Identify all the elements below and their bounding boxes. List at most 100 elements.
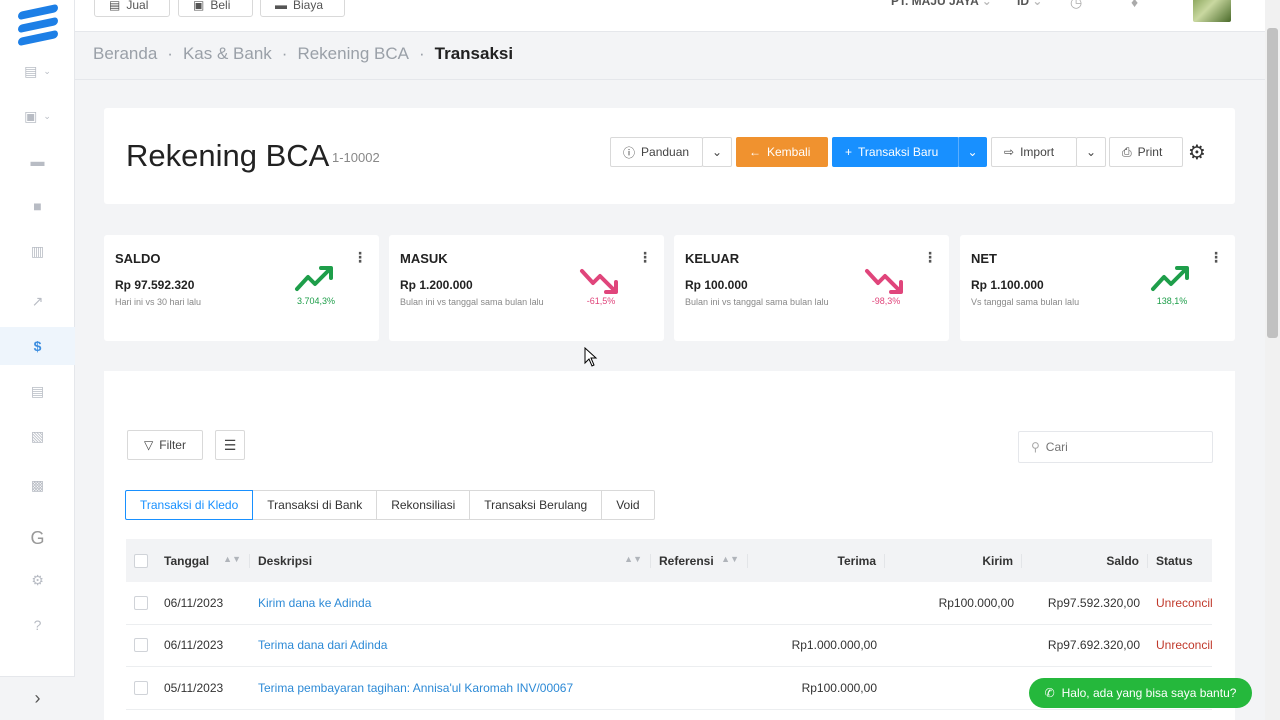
row-description-link[interactable]: Terima dana dari Adinda	[250, 638, 651, 652]
sidebar-item-help[interactable]: ?	[0, 606, 75, 644]
breadcrumb-home[interactable]: Beranda	[93, 44, 157, 64]
row-description-link[interactable]: Kirim dana ke Adinda	[250, 596, 651, 610]
avatar[interactable]	[1193, 0, 1231, 22]
tab-kledo-transactions[interactable]: Transaksi di Kledo	[125, 490, 254, 520]
chat-help-label: Halo, ada yang bisa saya bantu?	[1061, 686, 1237, 700]
column-date[interactable]: Tanggal ▲▼	[156, 553, 250, 568]
header-card: Rekening BCA 1-10002 ⓘ Panduan ⌄ ← Kembali…	[104, 108, 1235, 204]
column-balance: Saldo	[1022, 553, 1148, 568]
row-description-link[interactable]: Terima pembayaran tagihan: Annisa'ul Kar…	[250, 681, 651, 695]
tab-void[interactable]: Void	[601, 490, 655, 520]
printer-icon: ⎙	[1122, 144, 1132, 159]
table-row[interactable]: 06/11/2023 Kirim dana ke Adinda Rp100.00…	[126, 582, 1212, 625]
more-vertical-icon[interactable]: ⋮	[923, 249, 937, 266]
gears-icon: ⚙	[31, 571, 44, 588]
import-button[interactable]: ⇨ Import	[991, 137, 1077, 167]
print-button[interactable]: ⎙ Print	[1109, 137, 1183, 167]
filter-button[interactable]: ▽ Filter	[127, 430, 203, 460]
sidebar-item-settings[interactable]: ⚙	[0, 561, 75, 599]
language-selector[interactable]: ID ⌄	[1017, 0, 1042, 8]
chevron-down-icon: ⌄	[1032, 0, 1043, 8]
breadcrumb: Beranda · Kas & Bank · Rekening BCA · Tr…	[93, 44, 513, 64]
sidebar-expand-button[interactable]: ›	[0, 676, 75, 720]
sidebar-item-reports[interactable]: ↗	[0, 282, 75, 320]
sidebar-item-contacts[interactable]: ▩	[0, 466, 75, 504]
column-reference[interactable]: Referensi ▲▼	[651, 553, 748, 568]
tab-bank-transactions[interactable]: Transaksi di Bank	[252, 490, 378, 520]
new-transaction-label: Transaksi Baru	[858, 145, 939, 159]
language-code: ID	[1017, 0, 1029, 8]
stat-description: Vs tanggal sama bulan lalu	[971, 297, 1080, 307]
history-icon[interactable]: ◷	[1070, 0, 1082, 11]
stat-description: Hari ini vs 30 hari lalu	[115, 297, 202, 307]
row-received: Rp1.000.000,00	[791, 638, 877, 653]
sell-button[interactable]: ▤ Jual	[94, 0, 170, 17]
row-checkbox[interactable]	[126, 638, 156, 653]
card-icon: ▬	[30, 153, 45, 169]
breadcrumb-current: Transaksi	[434, 44, 514, 63]
chevron-down-icon: ⌄	[1085, 145, 1097, 159]
tab-reconciliation[interactable]: Rekonsiliasi	[376, 490, 471, 520]
breadcrumb-cash-bank[interactable]: Kas & Bank	[183, 44, 272, 64]
print-label: Print	[1137, 145, 1163, 159]
g-icon: G	[30, 527, 45, 548]
sell-button-label: Jual	[126, 0, 149, 12]
transaction-tabs: Transaksi di Kledo Transaksi di Bank Rek…	[125, 490, 655, 520]
sidebar-item-assets[interactable]: ▧	[0, 417, 75, 455]
more-vertical-icon[interactable]: ⋮	[638, 249, 652, 266]
column-label: Referensi	[659, 553, 714, 568]
page-title: Rekening BCA	[126, 138, 330, 173]
stat-amount: Rp 100.000	[685, 278, 748, 292]
guide-button[interactable]: ⓘ Panduan	[610, 137, 703, 167]
scrollbar-thumb[interactable]	[1267, 28, 1278, 338]
select-all-checkbox[interactable]	[126, 553, 156, 568]
sidebar-item-expenses[interactable]: ▬	[0, 142, 75, 180]
sidebar-item-accounts[interactable]: ▤	[0, 372, 75, 410]
tab-recurring[interactable]: Transaksi Berulang	[469, 490, 603, 520]
buy-button[interactable]: ▣ Beli	[178, 0, 253, 17]
column-received: Terima	[748, 553, 885, 568]
chat-help-button[interactable]: ✆ Halo, ada yang bisa saya bantu?	[1029, 678, 1252, 708]
sidebar-item-integrations[interactable]: G	[0, 519, 75, 557]
gear-icon[interactable]: ⚙	[1188, 140, 1206, 165]
app-logo[interactable]	[18, 3, 58, 52]
more-vertical-icon[interactable]: ⋮	[1209, 249, 1223, 266]
stat-percent: -61,5%	[586, 296, 616, 306]
new-transaction-dropdown[interactable]: ⌄	[958, 137, 987, 167]
account-code: 1-10002	[332, 150, 380, 165]
filter-icon: ▽	[144, 438, 154, 452]
column-description[interactable]: Deskripsi ▲▼	[250, 553, 651, 568]
stat-percent: 138,1%	[1156, 296, 1188, 306]
page-scrollbar[interactable]	[1265, 0, 1280, 720]
sidebar-item-purchases[interactable]: ▣ ⌄	[0, 97, 75, 135]
back-button[interactable]: ← Kembali	[736, 137, 828, 167]
trend-up-icon	[1151, 266, 1189, 291]
row-checkbox[interactable]	[126, 680, 156, 695]
stat-amount: Rp 1.100.000	[971, 278, 1044, 292]
column-list-button[interactable]: ☰	[215, 430, 245, 460]
table-row[interactable]: 06/11/2023 Terima dana dari Adinda Rp1.0…	[126, 625, 1212, 667]
more-vertical-icon[interactable]: ⋮	[353, 249, 367, 266]
bell-icon[interactable]: ♦	[1131, 0, 1138, 10]
row-checkbox[interactable]	[126, 595, 156, 610]
new-transaction-button[interactable]: + Transaksi Baru	[832, 137, 959, 167]
shop-icon: ▤	[24, 62, 38, 79]
search-input[interactable]	[1045, 440, 1206, 454]
sidebar-item-inventory[interactable]: ▥	[0, 232, 75, 270]
company-selector[interactable]: PT. MAJU JAYA ⌄	[891, 0, 992, 8]
bag-icon: ▣	[24, 107, 38, 124]
expense-button[interactable]: ▬ Biaya	[260, 0, 345, 17]
row-date: 06/11/2023	[164, 595, 224, 610]
stat-card-net: NET ⋮ Rp 1.100.000 Vs tanggal sama bulan…	[960, 235, 1235, 341]
chevron-down-icon: ⌄	[981, 0, 992, 8]
box-icon: ■	[33, 198, 42, 214]
guide-dropdown-button[interactable]: ⌄	[702, 137, 732, 167]
breadcrumb-separator: ·	[167, 44, 173, 63]
import-dropdown-button[interactable]: ⌄	[1076, 137, 1106, 167]
sidebar-item-cash-bank[interactable]: $	[0, 327, 75, 365]
sidebar-item-sales[interactable]: ▤ ⌄	[0, 52, 75, 90]
dollar-icon: $	[33, 338, 42, 354]
breadcrumb-account[interactable]: Rekening BCA	[297, 44, 409, 64]
row-sent: Rp100.000,00	[938, 595, 1014, 610]
sidebar-item-products[interactable]: ■	[0, 187, 75, 225]
